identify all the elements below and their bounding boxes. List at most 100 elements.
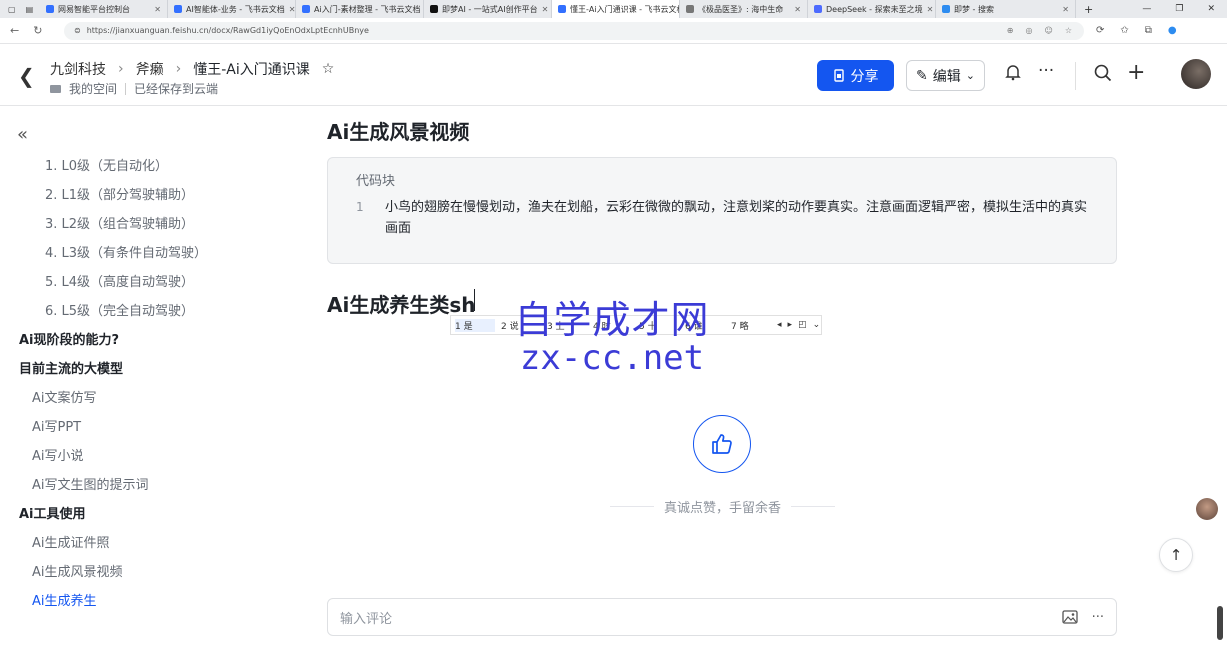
ime-prev-icon[interactable]: ◂: [777, 320, 782, 330]
assistant-avatar[interactable]: [1196, 498, 1218, 520]
code-block[interactable]: 代码块 1 小鸟的翅膀在慢慢划动，渔夫在划船，云彩在微微的飘动，注意划桨的动作要…: [327, 157, 1117, 264]
browser-tab[interactable]: DeepSeek - 探索未至之境 ✕: [808, 0, 936, 18]
toc-item[interactable]: Ai工具使用: [0, 498, 300, 527]
toc-item[interactable]: Ai文案仿写: [0, 382, 300, 411]
toc-item[interactable]: Ai写文生图的提示词: [0, 469, 300, 498]
favicon-icon: [814, 5, 822, 13]
tab-title: 网易智能平台控制台: [58, 4, 130, 14]
close-window-icon[interactable]: ✕: [1207, 4, 1215, 14]
browser-tab[interactable]: Ai入门-素材整理 - 飞书云文档✕: [296, 0, 424, 18]
url-field[interactable]: ⊜ https://jianxuanguan.feishu.cn/docx/Ra…: [64, 21, 1084, 40]
close-tab-icon[interactable]: ✕: [927, 5, 934, 14]
ime-candidate[interactable]: 6 谁: [685, 319, 725, 332]
bell-icon[interactable]: [1005, 64, 1021, 86]
close-tab-icon[interactable]: ✕: [1062, 5, 1069, 14]
breadcrumb-item[interactable]: 九剑科技: [50, 59, 106, 79]
extension-icon[interactable]: ⟳: [1096, 25, 1104, 36]
ime-menu-icon[interactable]: ◰: [798, 320, 807, 330]
toc-item[interactable]: Ai现阶段的能力?: [0, 324, 300, 353]
breadcrumb: 九剑科技 › 斧癞 › 懂王-Ai入门通识课 ☆: [50, 59, 334, 79]
heading-landscape-video[interactable]: Ai生成风景视频: [327, 116, 469, 145]
close-tab-icon[interactable]: ✕: [542, 5, 549, 14]
star-icon[interactable]: ☆: [322, 61, 335, 77]
translate-icon[interactable]: ◎: [1026, 26, 1033, 35]
more-icon[interactable]: ···: [1038, 61, 1054, 81]
share-label: 分享: [850, 68, 879, 85]
minimize-icon[interactable]: —: [1142, 4, 1151, 14]
ime-candidate[interactable]: 2 说: [501, 319, 541, 332]
tab-list-icon[interactable]: ▤: [26, 5, 34, 14]
toc-item[interactable]: 3. L2级（组合驾驶辅助）: [0, 208, 300, 237]
favicon-icon: [686, 5, 694, 13]
ime-expand-icon[interactable]: ⌄: [813, 320, 821, 330]
toc-item-active[interactable]: Ai生成养生: [0, 585, 300, 614]
toc-list: 1. L0级（无自动化） 2. L1级（部分驾驶辅助） 3. L2级（组合驾驶辅…: [0, 150, 300, 614]
like-button[interactable]: [693, 415, 751, 473]
code-block-label: 代码块: [356, 174, 396, 189]
url-text[interactable]: https://jianxuanguan.feishu.cn/docx/RawG…: [87, 26, 369, 35]
search-icon[interactable]: [1094, 64, 1112, 87]
close-tab-icon[interactable]: ✕: [289, 5, 295, 14]
favorites-icon[interactable]: ✩: [1120, 25, 1128, 36]
thumbs-up-icon: [712, 434, 732, 454]
ime-next-icon[interactable]: ▸: [788, 320, 793, 330]
reload-icon[interactable]: ↻: [33, 24, 42, 37]
space-link[interactable]: 我的空间: [69, 80, 117, 97]
profile-icon[interactable]: ▢: [8, 5, 16, 14]
browser-tab[interactable]: 网易智能平台控制台 ✕: [40, 0, 168, 18]
maximize-icon[interactable]: ❐: [1175, 4, 1183, 14]
new-tab-icon[interactable]: +: [1076, 3, 1101, 16]
toc-item[interactable]: Ai生成风景视频: [0, 556, 300, 585]
ime-candidate[interactable]: 3 上: [547, 319, 587, 332]
reader-icon[interactable]: ☺: [1044, 26, 1052, 35]
add-icon[interactable]: +: [1127, 60, 1145, 85]
browser-tab[interactable]: AI智能体-业务 - 飞书云文档 ✕: [168, 0, 296, 18]
toc-item[interactable]: 6. L5级（完全自动驾驶）: [0, 295, 300, 324]
copilot-icon[interactable]: ●: [1168, 25, 1177, 36]
breadcrumb-item[interactable]: 斧癞: [136, 59, 164, 79]
back-to-top-button[interactable]: ↑: [1159, 538, 1193, 572]
favicon-icon: [302, 5, 310, 13]
comment-input[interactable]: 输入评论 ···: [327, 598, 1117, 636]
browser-tab[interactable]: 即梦AI - 一站式AI创作平台 ✕: [424, 0, 552, 18]
code-text[interactable]: 小鸟的翅膀在慢慢划动，渔夫在划船，云彩在微微的飘动，注意划桨的动作要真实。注意画…: [385, 197, 1095, 239]
toc-item[interactable]: Ai生成证件照: [0, 527, 300, 556]
save-status: 已经保存到云端: [134, 82, 219, 96]
scrollbar-thumb[interactable]: [1217, 606, 1223, 640]
ime-candidate[interactable]: 5 十: [639, 319, 679, 332]
image-icon[interactable]: [1061, 609, 1078, 624]
share-button[interactable]: 分享: [817, 60, 894, 91]
favicon-icon: [430, 5, 438, 13]
avatar[interactable]: [1181, 59, 1211, 89]
collections-icon[interactable]: ⧉: [1145, 25, 1152, 36]
folder-icon: [50, 84, 61, 93]
back-chevron-icon[interactable]: ❮: [18, 64, 35, 88]
doc-title[interactable]: 懂王-Ai入门通识课: [193, 59, 310, 79]
favorite-star-icon[interactable]: ☆: [1065, 26, 1072, 35]
close-tab-icon[interactable]: ✕: [794, 5, 801, 14]
collapse-sidebar-icon[interactable]: «: [17, 124, 28, 145]
zoom-icon[interactable]: ⊕: [1007, 26, 1014, 35]
toc-item[interactable]: 1. L0级（无自动化）: [0, 150, 300, 179]
browser-tab[interactable]: 《极品医圣》: 海中生命 ✕: [680, 0, 808, 18]
toc-item[interactable]: 4. L3级（有条件自动驾驶）: [0, 237, 300, 266]
toc-item[interactable]: 目前主流的大模型: [0, 353, 300, 382]
browser-toolbar-right: ⟳ ✩ ⧉ ●: [1084, 25, 1177, 36]
ime-candidate[interactable]: 1 是: [455, 318, 495, 332]
heading-health-content[interactable]: Ai生成养生类sh: [327, 289, 475, 318]
edit-mode-button[interactable]: ✎ 编辑 ⌄: [906, 60, 985, 91]
close-tab-icon[interactable]: ✕: [154, 5, 161, 14]
ime-candidate[interactable]: 4 时: [593, 319, 633, 332]
doc-subinfo: 我的空间 已经保存到云端: [50, 80, 218, 97]
browser-tab-active[interactable]: 懂王-Ai入门通识课 - 飞书云文档✕: [552, 0, 680, 18]
toc-item[interactable]: Ai写小说: [0, 440, 300, 469]
toc-item[interactable]: 5. L4级（高度自动驾驶）: [0, 266, 300, 295]
toc-item[interactable]: Ai写PPT: [0, 411, 300, 440]
browser-tab[interactable]: 即梦 - 搜索 ✕: [936, 0, 1076, 18]
window-controls: — ❐ ✕: [1142, 4, 1227, 14]
toc-item[interactable]: 2. L1级（部分驾驶辅助）: [0, 179, 300, 208]
ime-candidate[interactable]: 7 略: [731, 319, 771, 332]
back-arrow-icon[interactable]: ←: [10, 24, 19, 37]
site-info-icon[interactable]: ⊜: [74, 26, 81, 35]
more-icon[interactable]: ···: [1092, 610, 1104, 625]
